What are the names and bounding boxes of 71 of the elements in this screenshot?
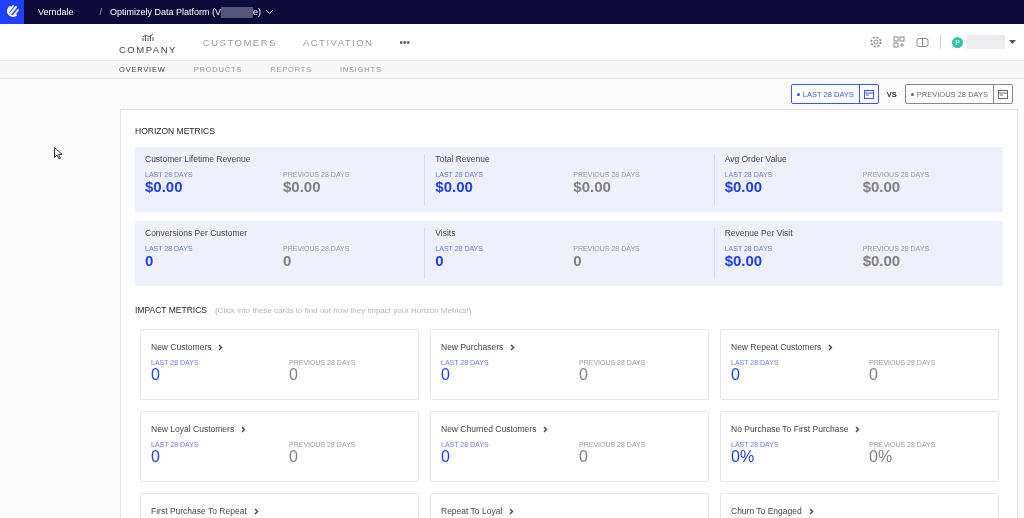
metric-name: Repeat To Loyal xyxy=(441,506,503,516)
metric-name: Visits xyxy=(435,228,457,238)
chevron-right-icon xyxy=(828,343,834,351)
metric-name: Revenue Per Visit xyxy=(724,228,794,238)
section-title: IMPACT METRICS xyxy=(135,305,207,315)
metric-card[interactable]: First Purchase To Repeat xyxy=(140,493,419,518)
metric-value: 0 xyxy=(731,366,741,383)
metric-value: 0 xyxy=(145,252,155,269)
metric-name: First Purchase To Repeat xyxy=(151,506,247,516)
metric-card[interactable]: Repeat To Loyal xyxy=(430,493,709,518)
breadcrumb-separator: / xyxy=(99,7,103,17)
chevron-right-icon xyxy=(855,425,861,433)
metric-name: Avg Order Value xyxy=(724,154,788,164)
metric-value: 0% xyxy=(731,448,756,465)
project-name-end[interactable]: e) xyxy=(253,7,262,17)
chevron-right-icon xyxy=(510,343,516,351)
metric-name: New Loyal Customers xyxy=(151,424,235,434)
metric-value: 0 xyxy=(573,252,583,269)
book-icon[interactable] xyxy=(916,36,929,48)
chevron-right-icon xyxy=(509,507,515,515)
metric-value: 0 xyxy=(435,252,445,269)
metric-value: 0% xyxy=(869,448,894,465)
metric-value: 0 xyxy=(151,448,161,465)
metric-value: 0 xyxy=(869,366,879,383)
metric-name: Churn To Engaged xyxy=(731,506,802,516)
metric-value: 0 xyxy=(579,366,589,383)
section-title: HORIZON METRICS xyxy=(135,126,216,136)
caret-icon[interactable] xyxy=(1009,39,1016,45)
metric-value: $0.00 xyxy=(573,178,612,195)
redacted-block xyxy=(221,6,254,18)
metric-name: No Purchase To First Purchase xyxy=(731,424,849,434)
metric-value: $0.00 xyxy=(724,252,764,269)
metric-value: 0 xyxy=(441,366,451,383)
chevron-right-icon xyxy=(241,425,247,433)
metric-value: 0 xyxy=(151,366,161,383)
metric-value: $0.00 xyxy=(862,178,902,195)
metric-name: New Purchasers xyxy=(441,342,504,352)
metric-value: $0.00 xyxy=(283,178,322,195)
settings-icon[interactable] xyxy=(870,36,882,48)
chevron-down-icon[interactable] xyxy=(265,9,275,15)
section-hint: (Click into these cards to find out how they impact your Horizon Metrics!) xyxy=(214,306,472,315)
project-name[interactable]: Optimizely Data Platform (V xyxy=(110,7,222,17)
chevron-right-icon xyxy=(808,507,814,515)
chevron-right-icon xyxy=(218,343,224,351)
metric-value: 0 xyxy=(289,366,299,383)
metric-value: $0.00 xyxy=(724,178,764,195)
metric-name: New Repeat Customers xyxy=(731,342,822,352)
chevron-right-icon xyxy=(543,425,549,433)
metric-value: 0 xyxy=(289,448,299,465)
metric-name: New Customers xyxy=(151,342,212,352)
logo-icon xyxy=(4,4,20,20)
metric-card[interactable]: Churn To Engaged xyxy=(720,493,999,518)
chart-icon xyxy=(141,33,154,42)
nav-tab[interactable]: COMPANY xyxy=(117,29,179,55)
metric-value: $0.00 xyxy=(145,178,184,195)
metric-name: Conversions Per Customer xyxy=(145,228,249,238)
calendar-icon xyxy=(998,89,1008,99)
metric-name: Customer Lifetime Revenue xyxy=(145,154,252,164)
metric-value: $0.00 xyxy=(435,178,474,195)
org-name[interactable]: Verndale xyxy=(38,7,74,17)
metric-name: New Churned Customers xyxy=(441,424,537,434)
pointer-icon xyxy=(54,147,63,160)
metric-value: $0.00 xyxy=(862,252,902,269)
metric-value: 0 xyxy=(283,252,293,269)
chevron-right-icon xyxy=(253,507,259,515)
metric-name: Total Revenue xyxy=(435,154,491,164)
more-button[interactable]: ••• xyxy=(397,36,412,48)
metric-value: 0 xyxy=(441,448,451,465)
app-logo[interactable] xyxy=(0,0,24,24)
metric-value: 0 xyxy=(579,448,589,465)
calendar-icon xyxy=(863,89,874,99)
